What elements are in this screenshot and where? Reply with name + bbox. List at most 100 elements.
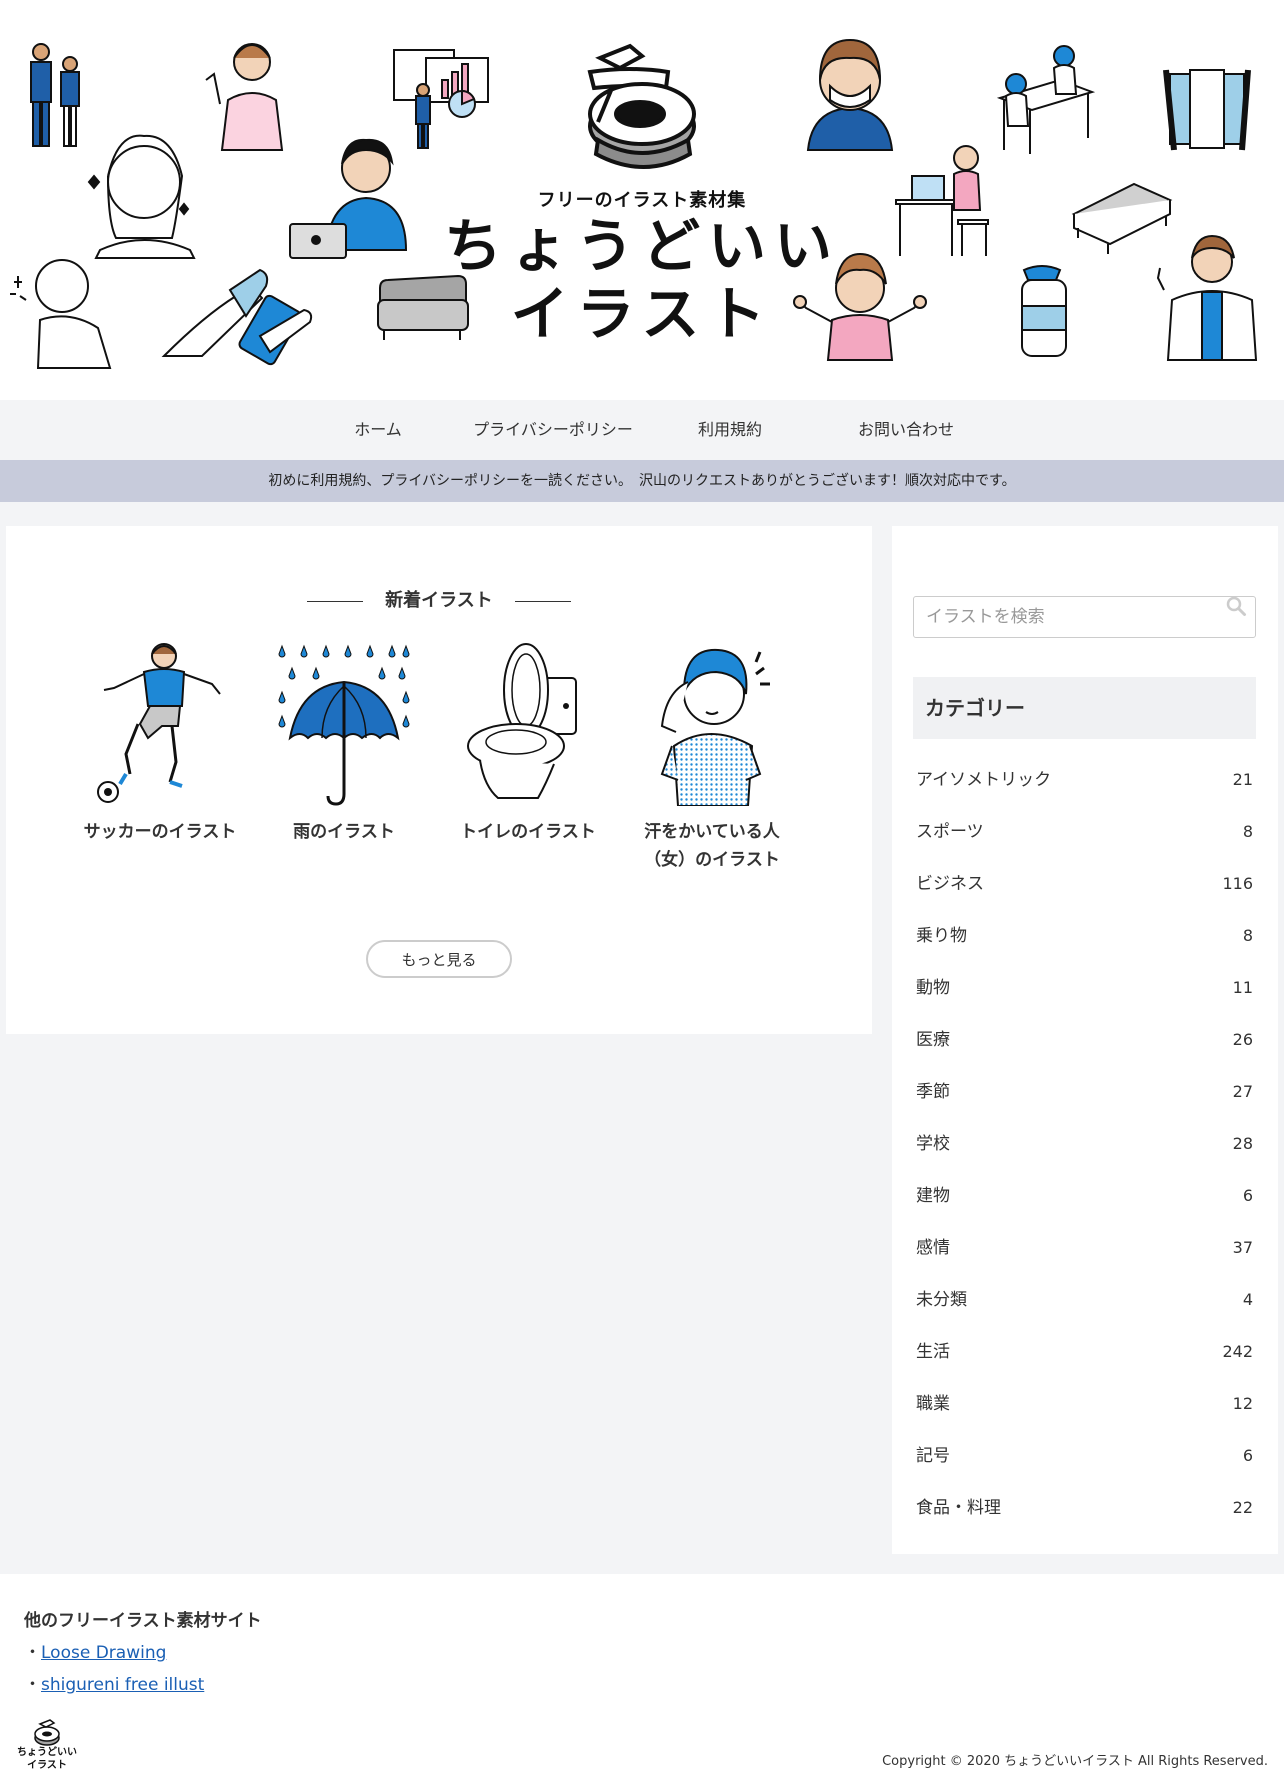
global-nav: ホーム プライバシーポリシー 利用規約 お問い合わせ	[0, 408, 1284, 452]
category-name[interactable]: アイソメトリック	[916, 754, 1051, 806]
nav-item-contact[interactable]: お問い合わせ	[852, 408, 960, 452]
footer-logo-line2: イラスト	[27, 1760, 67, 1771]
category-item[interactable]: スポーツ 8	[913, 806, 1256, 858]
illustration-card-title[interactable]: サッカーのイラスト	[76, 818, 244, 846]
illustration-card[interactable]: トイレのイラスト	[444, 642, 612, 846]
category-item[interactable]: 学校 28	[913, 1118, 1256, 1170]
footer-link-shigureni[interactable]: shigureni free illust	[41, 1675, 204, 1695]
footer-logo-line1: ちょうどいい	[17, 1747, 77, 1758]
footer-link-bullet: ・	[24, 1675, 41, 1695]
category-item[interactable]: 動物 11	[913, 962, 1256, 1014]
footer-heading: 他のフリーイラスト素材サイト	[24, 1611, 262, 1631]
category-count: 116	[1222, 874, 1253, 893]
category-count: 6	[1242, 1186, 1253, 1205]
site-logo-subtitle: フリーのイラスト素材集	[537, 190, 747, 211]
category-count: 12	[1232, 1394, 1253, 1413]
site-footer: 他のフリーイラスト素材サイト ・Loose Drawing ・shigureni…	[0, 1574, 1284, 1790]
category-item[interactable]: 季節 27	[913, 1066, 1256, 1118]
category-name[interactable]: 乗り物	[916, 910, 967, 962]
footer-logo-mark	[34, 1719, 60, 1746]
illustration-card[interactable]: 汗をかいている人 （女）のイラスト	[628, 642, 796, 874]
category-count: 26	[1232, 1030, 1253, 1049]
nav-item-terms[interactable]: 利用規約	[692, 408, 768, 452]
category-count: 242	[1222, 1342, 1253, 1361]
category-item[interactable]: 生活 242	[913, 1326, 1256, 1378]
illustration-card-title[interactable]: トイレのイラスト	[444, 818, 612, 846]
category-name[interactable]: 感情	[916, 1222, 950, 1274]
notice-banner: 初めに利用規約、プライバシーポリシーを一読ください。 沢山のリクエストありがとう…	[0, 460, 1284, 502]
footer-link-bullet: ・	[24, 1643, 41, 1663]
children-desk-figure	[996, 45, 1096, 154]
site-logo-title-line1: ちょうどいい	[443, 212, 840, 280]
category-name[interactable]: 職業	[916, 1378, 950, 1430]
nurse-figure	[205, 43, 284, 151]
nav-item-home[interactable]: ホーム	[345, 408, 411, 452]
category-name[interactable]: 未分類	[916, 1274, 967, 1326]
category-name[interactable]: 医療	[916, 1014, 950, 1066]
category-list: アイソメトリック 21 スポーツ 8 ビジネス 116 乗り物 8 動物 11 医療 26 …	[913, 754, 1256, 1534]
footer-logo-text: ちょうどいい イラスト	[14, 1746, 80, 1772]
footer-link-row: ・Loose Drawing	[24, 1638, 166, 1663]
search-input[interactable]	[914, 597, 1238, 637]
category-count: 8	[1242, 822, 1253, 841]
section-heading: 新着イラスト	[6, 586, 872, 612]
footer-link-row: ・shigureni free illust	[24, 1670, 204, 1695]
category-item[interactable]: 食品・料理 22	[913, 1482, 1256, 1534]
heading-rule-left	[307, 600, 364, 602]
search-icon[interactable]	[1225, 595, 1247, 617]
category-name[interactable]: 建物	[916, 1170, 950, 1222]
category-item[interactable]: 感情 37	[913, 1222, 1256, 1274]
category-heading: カテゴリー	[913, 677, 1256, 739]
category-name[interactable]: 食品・料理	[916, 1482, 1001, 1534]
category-name[interactable]: 季節	[916, 1066, 950, 1118]
search-box	[913, 596, 1256, 638]
illustration-card-title[interactable]: 雨のイラスト	[260, 818, 428, 846]
category-item[interactable]: 職業 12	[913, 1378, 1256, 1430]
category-name[interactable]: ビジネス	[916, 858, 984, 910]
footer-logo[interactable]: ちょうどいい イラスト	[14, 1718, 80, 1771]
category-item[interactable]: ビジネス 116	[913, 858, 1256, 910]
more-button[interactable]: もっと見る	[366, 940, 512, 978]
footer-link-loose-drawing[interactable]: Loose Drawing	[41, 1643, 166, 1663]
new-illustrations-section: 新着イラスト サッカーのイラスト 雨のイラスト トイレのイラスト 汗をかいている…	[6, 526, 872, 1034]
category-count: 4	[1242, 1290, 1253, 1309]
sweating-woman-illustration[interactable]	[644, 642, 780, 806]
site-header: フリーのイラスト素材集 ちょうどいい イラスト ホーム プライバシーポリシー 利…	[0, 0, 1284, 439]
category-count: 11	[1232, 978, 1253, 997]
category-name[interactable]: 生活	[916, 1326, 950, 1378]
site-logo-title-line2: イラスト	[510, 280, 774, 348]
business-chart-figure	[393, 49, 489, 149]
masked-woman-figure	[806, 38, 894, 151]
illustration-card-title[interactable]: 汗をかいている人 （女）のイラスト	[628, 818, 796, 874]
category-count: 6	[1242, 1446, 1253, 1465]
category-item[interactable]: 乗り物 8	[913, 910, 1256, 962]
category-count: 22	[1232, 1498, 1253, 1517]
umbrella-rain-illustration[interactable]	[276, 642, 412, 806]
category-name[interactable]: 記号	[916, 1430, 950, 1482]
copyright-text: Copyright © 2020 ちょうどいいイラスト All Rights R…	[882, 1754, 1268, 1769]
category-item[interactable]: 記号 6	[913, 1430, 1256, 1482]
soccer-player-illustration[interactable]	[92, 642, 228, 806]
nav-item-privacy-policy[interactable]: プライバシーポリシー	[468, 408, 638, 452]
category-item[interactable]: 医療 26	[913, 1014, 1256, 1066]
site-logo-title[interactable]: ちょうどいい イラスト	[0, 212, 1284, 348]
category-item[interactable]: 未分類 4	[913, 1274, 1256, 1326]
category-name[interactable]: 学校	[916, 1118, 950, 1170]
category-count: 21	[1232, 770, 1253, 789]
illustration-card[interactable]: 雨のイラスト	[260, 642, 428, 846]
category-count: 37	[1232, 1238, 1253, 1257]
category-count: 28	[1232, 1134, 1253, 1153]
category-name[interactable]: スポーツ	[916, 806, 984, 858]
category-item[interactable]: 建物 6	[913, 1170, 1256, 1222]
business-people-figure	[30, 43, 80, 147]
toilet-illustration[interactable]	[460, 642, 596, 806]
section-heading-text: 新着イラスト	[385, 590, 493, 611]
category-count: 8	[1242, 926, 1253, 945]
category-count: 27	[1232, 1082, 1253, 1101]
illustration-card[interactable]: サッカーのイラスト	[76, 642, 244, 846]
site-logo-mark	[587, 43, 696, 169]
heading-rule-right	[514, 600, 571, 602]
category-item[interactable]: アイソメトリック 21	[913, 754, 1256, 806]
category-name[interactable]: 動物	[916, 962, 950, 1014]
sidebar: カテゴリー アイソメトリック21 スポーツ8 ビジネス116 乗り物8 動物11…	[892, 526, 1278, 1554]
